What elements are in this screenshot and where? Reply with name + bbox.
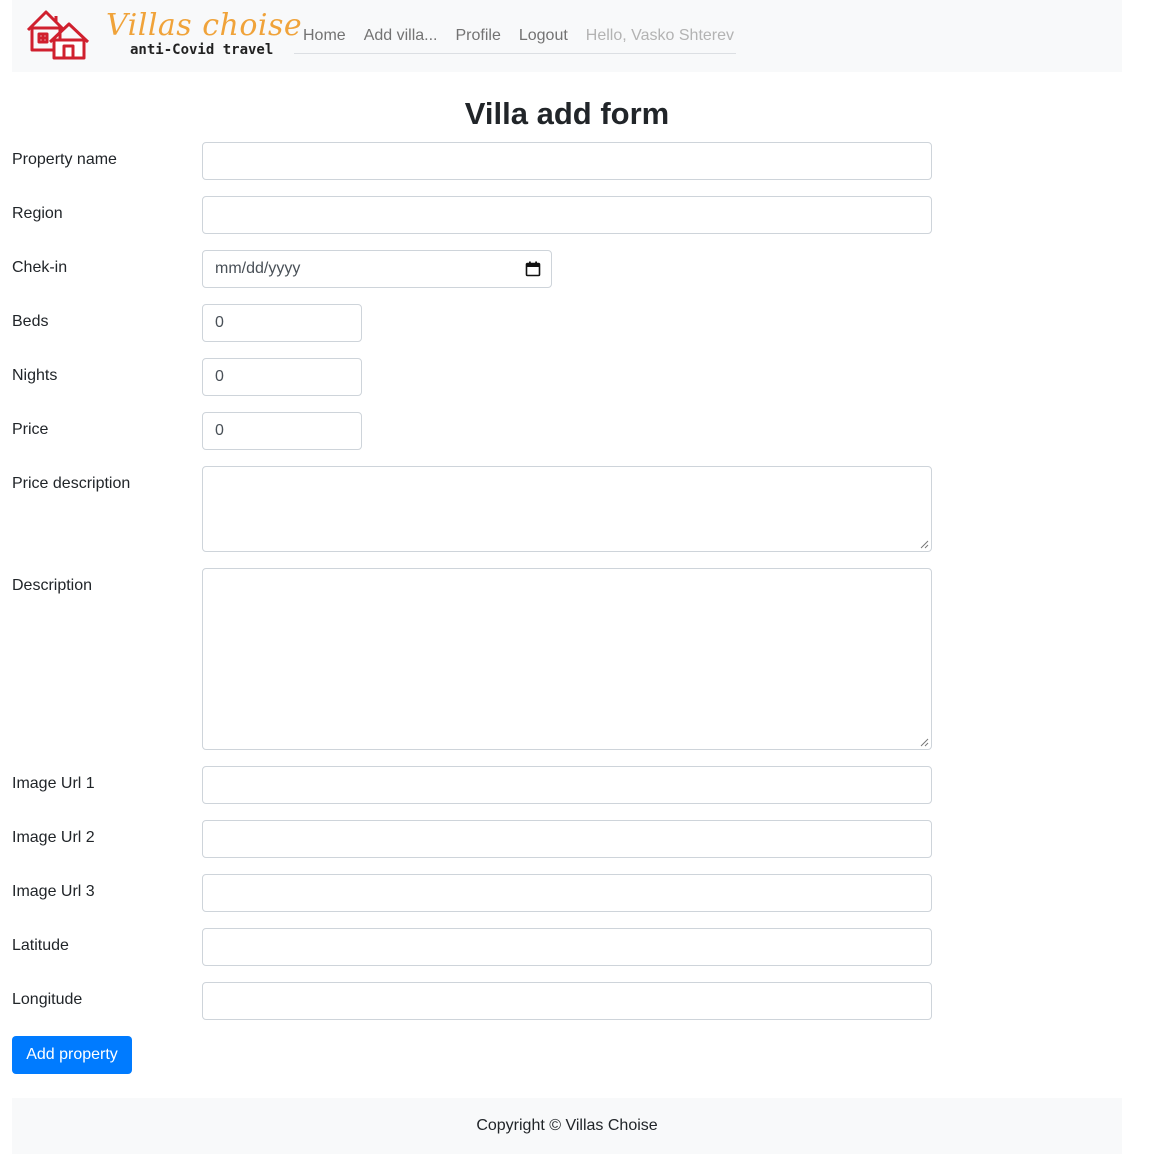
checkin-date-input[interactable]: mm/dd/yyyy: [202, 250, 552, 288]
image-url-2-input[interactable]: [202, 820, 932, 858]
region-label: Region: [12, 205, 63, 222]
resize-grip-icon[interactable]: [920, 738, 929, 747]
price-description-textarea[interactable]: [202, 466, 932, 552]
checkin-date-placeholder: mm/dd/yyyy: [215, 260, 301, 277]
nav-profile-link[interactable]: Profile: [447, 27, 510, 45]
image-url-2-label: Image Url 2: [12, 829, 95, 846]
image-url-3-label: Image Url 3: [12, 883, 95, 900]
nights-input[interactable]: 0: [202, 358, 362, 396]
navbar: Villas choise anti-Covid travel Home Add…: [12, 0, 1122, 72]
property-name-label: Property name: [12, 151, 117, 168]
region-input[interactable]: [202, 196, 932, 234]
image-url-1-label: Image Url 1: [12, 775, 95, 792]
beds-input[interactable]: 0: [202, 304, 362, 342]
houses-icon: [26, 10, 90, 60]
longitude-input[interactable]: [202, 982, 932, 1020]
image-url-3-input[interactable]: [202, 874, 932, 912]
page-title: Villa add form: [464, 96, 670, 131]
brand-logo[interactable]: Villas choise anti-Covid travel: [26, 8, 302, 62]
description-label: Description: [12, 577, 93, 594]
user-greeting: Hello, Vasko Shterev: [585, 26, 735, 44]
nav-logout-link[interactable]: Logout: [510, 27, 577, 45]
description-textarea[interactable]: [202, 568, 932, 750]
checkin-label: Chek-in: [12, 259, 68, 276]
property-name-input[interactable]: [202, 142, 932, 180]
latitude-input[interactable]: [202, 928, 932, 966]
calendar-icon[interactable]: [525, 261, 541, 277]
nav-add-villa-link[interactable]: Add villa...: [355, 27, 447, 45]
brand-tagline: anti-Covid travel: [130, 42, 274, 58]
beds-label: Beds: [12, 313, 49, 330]
brand-name: Villas choise: [106, 8, 303, 43]
nav-menu: Home Add villa... Profile Logout Hello, …: [294, 18, 736, 54]
footer: Copyright © Villas Choise: [12, 1098, 1122, 1154]
copyright-text: Copyright © Villas Choise: [476, 1117, 658, 1134]
add-property-button[interactable]: Add property: [12, 1036, 132, 1074]
image-url-1-input[interactable]: [202, 766, 932, 804]
nights-label: Nights: [12, 367, 58, 384]
price-input[interactable]: 0: [202, 412, 362, 450]
longitude-label: Longitude: [12, 991, 83, 1008]
latitude-label: Latitude: [12, 937, 69, 954]
resize-grip-icon[interactable]: [920, 540, 929, 549]
price-label: Price: [12, 421, 49, 438]
price-description-label: Price description: [12, 475, 131, 492]
nav-home-link[interactable]: Home: [294, 27, 355, 45]
